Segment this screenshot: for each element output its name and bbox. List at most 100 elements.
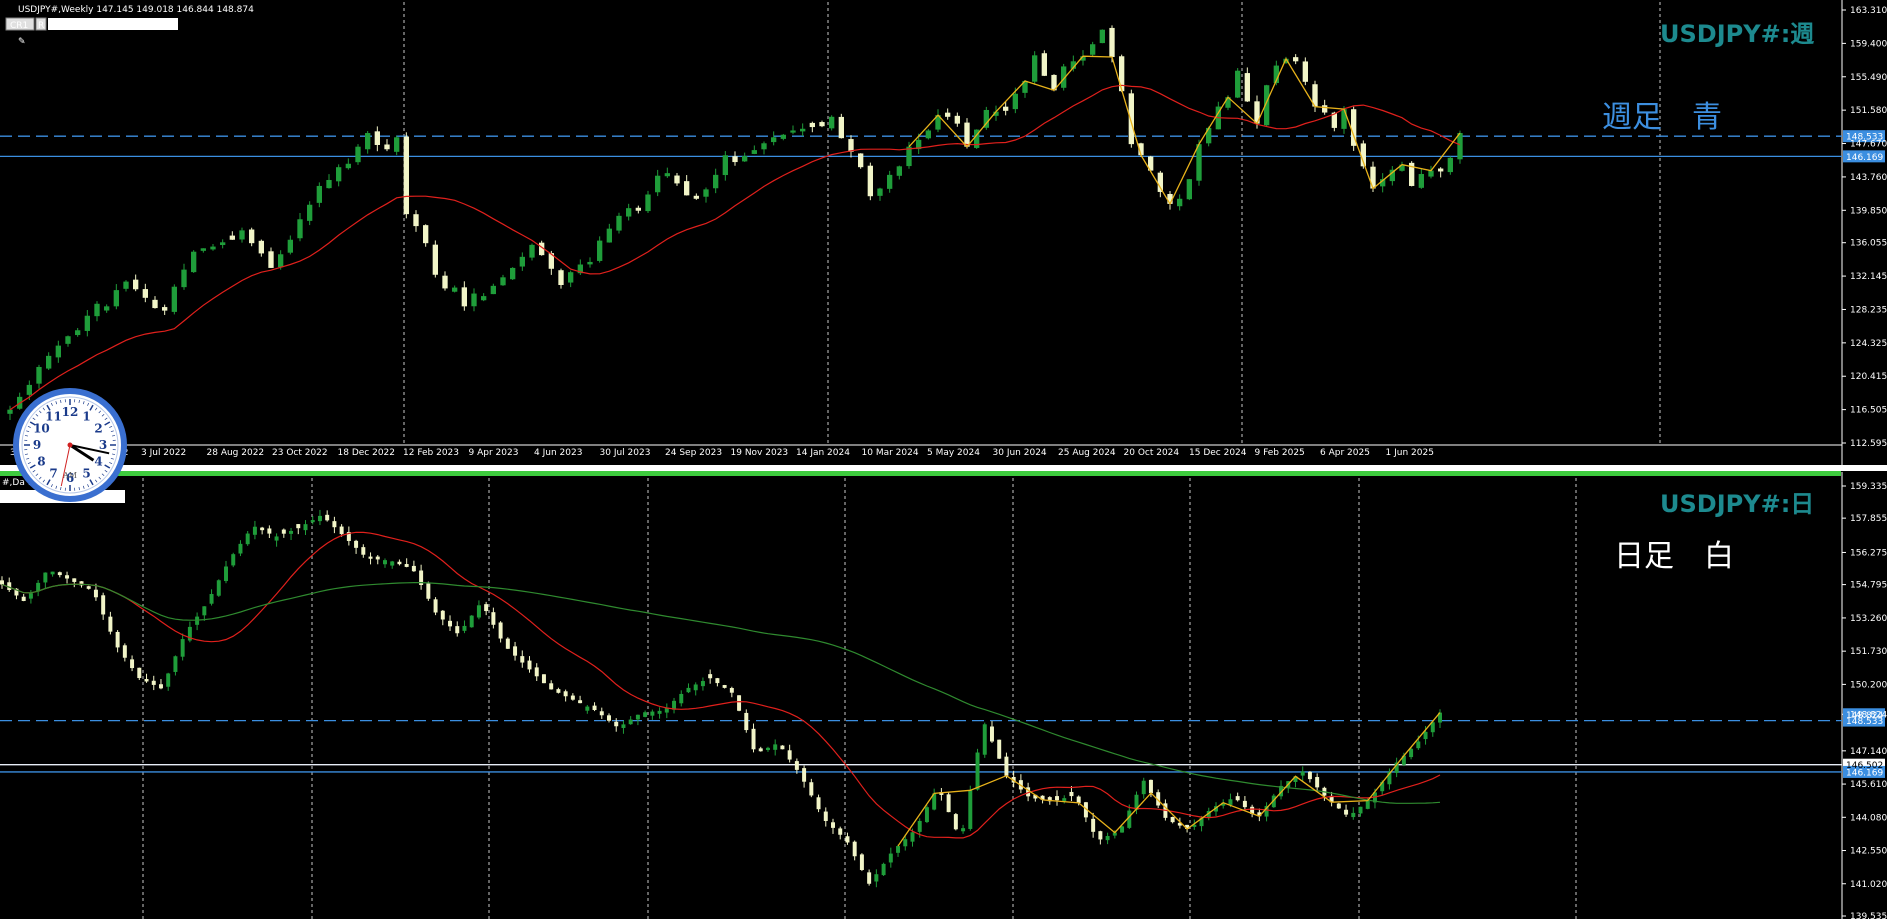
candle-body	[278, 254, 284, 268]
candle-body	[1344, 809, 1349, 815]
candle-body	[925, 130, 931, 139]
candle-body	[94, 303, 100, 317]
candle-body	[104, 306, 110, 311]
candle-body	[953, 814, 958, 830]
candle-body	[268, 251, 274, 268]
price-tag-label: 148.533	[1846, 133, 1883, 143]
candle-body	[1235, 796, 1240, 801]
candle-body	[316, 185, 322, 203]
candle-body	[171, 286, 177, 312]
candle-body	[210, 246, 216, 250]
candle-body	[578, 700, 583, 704]
candle-body	[877, 188, 883, 196]
clock-number: 5	[82, 467, 90, 481]
clock-number: 3	[99, 438, 107, 452]
btn-r: R	[38, 21, 44, 31]
candle-body	[621, 724, 626, 728]
candle-body	[1365, 800, 1370, 809]
chart-title-daily: USDJPY#:日	[1660, 490, 1814, 518]
candle-body	[761, 143, 767, 150]
candle-body	[1055, 796, 1060, 801]
btn-cr1: CR1	[10, 21, 28, 31]
y-tick-label: 143.760	[1850, 173, 1887, 183]
candle-body	[924, 807, 929, 823]
candle-body	[1004, 756, 1009, 776]
date-tag: 2025.07.20 00:00	[52, 21, 133, 31]
candle-body	[684, 181, 690, 196]
candle-body	[57, 572, 62, 576]
candle-body	[614, 721, 619, 727]
candle-body	[1032, 55, 1038, 82]
candle-body	[715, 678, 720, 684]
candle-body	[258, 240, 264, 254]
candle-body	[616, 215, 622, 231]
y-tick-label: 142.550	[1850, 847, 1887, 857]
candle-body	[21, 596, 26, 601]
candle-body	[384, 144, 390, 150]
y-tick-label: 153.260	[1850, 614, 1887, 624]
chart-canvas[interactable]: 163.310159.400155.490151.580147.670143.7…	[0, 0, 1887, 919]
candle-body	[462, 625, 467, 631]
candle-body	[1351, 812, 1356, 818]
candle-body	[1235, 70, 1241, 98]
candle-body	[742, 156, 748, 162]
candle-body	[585, 706, 590, 711]
candle-body	[200, 248, 206, 251]
candle-body	[505, 638, 510, 649]
pencil-icon: ✎	[18, 37, 26, 47]
candle-body	[249, 229, 255, 244]
candle-body	[137, 667, 142, 679]
candle-body	[1062, 798, 1067, 802]
candle-body	[231, 554, 236, 566]
candle-body	[722, 155, 728, 176]
candle-body	[946, 794, 951, 813]
x-tick-label: 3 Jul 2022	[141, 448, 186, 458]
candle-body	[267, 528, 272, 534]
candle-body	[365, 133, 371, 150]
candle-body	[848, 139, 854, 152]
candle-body	[874, 874, 879, 882]
candle-body	[961, 828, 966, 832]
pane2-date: 2025.0 00	[2, 493, 48, 503]
candle-body	[693, 684, 698, 691]
candle-body	[635, 714, 640, 720]
candle-body	[307, 204, 313, 221]
candle-body	[1293, 57, 1299, 62]
y-tick-label: 145.610	[1850, 780, 1887, 790]
candle-body	[954, 115, 960, 124]
candle-body	[819, 122, 825, 127]
candle-body	[180, 639, 185, 657]
candle-body	[216, 580, 221, 596]
candle-body	[606, 228, 612, 243]
candle-body	[1418, 174, 1424, 188]
x-tick-label: 18 Dec 2022	[338, 448, 396, 458]
candle-body	[510, 267, 516, 280]
candle-body	[859, 854, 864, 870]
candle-body	[570, 695, 575, 700]
candle-body	[790, 130, 796, 133]
candle-body	[1428, 170, 1434, 177]
note-weekly: 週足 青	[1602, 100, 1722, 135]
candle-body	[455, 626, 460, 634]
candle-body	[274, 536, 279, 541]
candle-body	[541, 674, 546, 684]
candle-body	[867, 872, 872, 884]
candle-body	[607, 715, 611, 721]
candle-body	[802, 768, 807, 782]
y-tick-label: 159.400	[1850, 39, 1887, 49]
candle-body	[1186, 179, 1192, 200]
candle-body	[144, 679, 149, 682]
candle-body	[519, 256, 525, 267]
candle-body	[800, 128, 806, 132]
candle-body	[297, 219, 303, 239]
y-tick-label: 155.490	[1850, 73, 1887, 83]
candle-body	[191, 251, 197, 273]
candle-body	[55, 345, 61, 358]
clock-number: 9	[33, 438, 41, 452]
x-tick-label: 9 Feb 2025	[1255, 448, 1305, 458]
candle-body	[887, 174, 893, 189]
candle-body	[93, 589, 98, 598]
y-tick-label: 120.415	[1850, 372, 1887, 382]
pane-top-accent	[0, 471, 1841, 476]
y-tick-label: 128.235	[1850, 305, 1887, 315]
